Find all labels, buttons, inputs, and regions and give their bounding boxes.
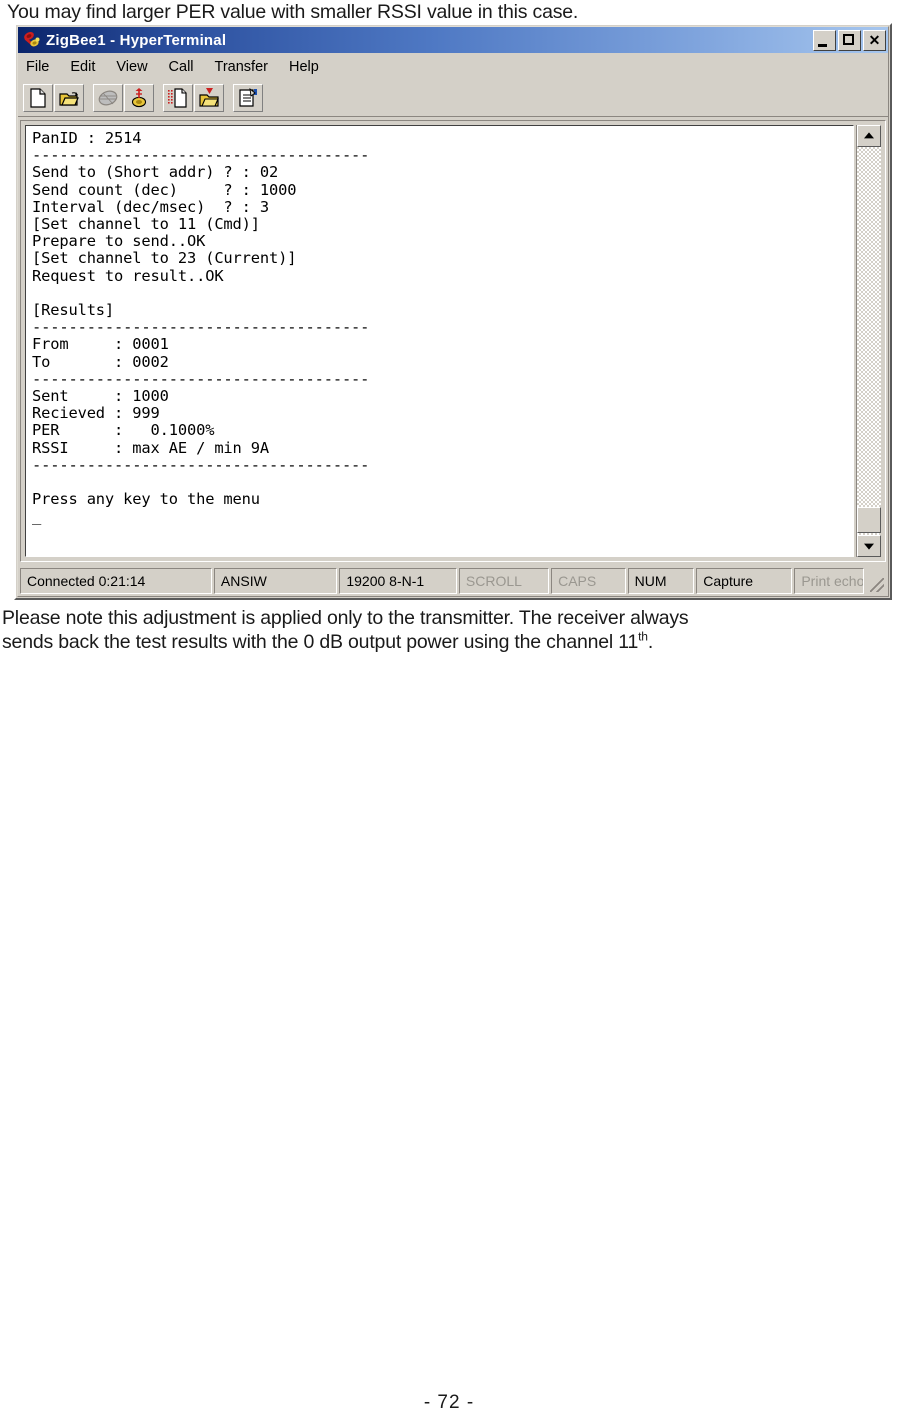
scrollbar-track[interactable] [857,147,881,535]
receive-file-button[interactable] [194,83,224,112]
window-controls: ✕ [813,29,886,51]
scrollbar-thumb[interactable] [857,507,881,533]
new-connection-icon [30,87,46,108]
menu-item-help[interactable]: Help [289,59,319,75]
note-paragraph: Please note this adjustment is applied o… [2,606,896,654]
scroll-down-icon [864,543,874,550]
scroll-down-button[interactable] [857,535,881,557]
ordinal-suffix: th [638,629,648,644]
toolbar-group-transfer [163,83,225,112]
maximize-button[interactable] [838,29,861,51]
note-line-1: Please note this adjustment is applied o… [2,607,689,629]
window-title: ZigBee1 - HyperTerminal [46,31,227,49]
status-caps: CAPS [551,568,626,594]
resize-grip[interactable] [866,568,886,594]
close-button[interactable]: ✕ [863,29,886,51]
toolbar-group-properties [233,83,264,112]
maximize-icon [843,33,854,45]
status-scroll: SCROLL [458,568,550,594]
intro-paragraph: You may find larger PER value with small… [7,0,578,24]
status-emulation: ANSIW [213,568,338,594]
window-title-bar[interactable]: ZigBee1 - HyperTerminal ✕ [18,27,888,53]
toolbar [18,79,888,117]
phone-icon [22,30,42,50]
page-number: - 72 - [423,1392,475,1413]
menu-item-edit[interactable]: Edit [70,59,95,75]
status-num: NUM [627,568,695,594]
vertical-scrollbar[interactable] [856,125,881,557]
send-file-button[interactable] [163,83,193,112]
scroll-up-icon [864,132,874,139]
menu-item-call[interactable]: Call [169,59,194,75]
call-icon [131,87,147,107]
disconnect-button[interactable] [93,83,123,112]
status-print-echo: Print echo [794,568,864,594]
note-line-2-text: sends back the test results with the 0 d… [2,631,639,653]
open-button[interactable] [54,83,84,112]
minimize-button[interactable] [813,29,836,51]
terminal-output: PanID : 2514 ---------------------------… [32,129,370,526]
terminal-pane: PanID : 2514 ---------------------------… [20,120,886,562]
properties-icon [239,87,257,107]
new-connection-button[interactable] [23,83,53,112]
menu-item-file[interactable]: File [26,59,49,75]
terminal-screen[interactable]: PanID : 2514 ---------------------------… [25,125,854,557]
properties-button[interactable] [233,83,263,112]
scroll-up-button[interactable] [857,125,881,147]
menu-item-view[interactable]: View [116,59,147,75]
status-bar: Connected 0:21:14 ANSIW 19200 8-N-1 SCRO… [20,568,886,594]
send-file-icon [168,87,187,108]
minimize-icon [818,43,827,47]
status-baud: 19200 8-N-1 [339,568,457,594]
toolbar-group-connection [93,83,155,112]
call-button[interactable] [124,83,154,112]
open-icon [59,91,79,106]
receive-file-icon [199,87,219,107]
menu-item-transfer[interactable]: Transfer [215,59,268,75]
disconnect-icon [98,90,118,105]
menu-bar: File Edit View Call Transfer Help [18,54,888,79]
status-connected: Connected 0:21:14 [20,568,212,594]
toolbar-group-file [23,83,85,112]
note-line-2-period: . [647,631,654,653]
hyperterminal-window: ZigBee1 - HyperTerminal ✕ File Edit View… [14,23,892,600]
intro-line: You may find larger PER value with small… [7,1,579,23]
status-capture: Capture [696,568,793,594]
note-line-2: sends back the test results with the 0 d… [2,630,896,654]
close-icon: ✕ [868,31,881,48]
